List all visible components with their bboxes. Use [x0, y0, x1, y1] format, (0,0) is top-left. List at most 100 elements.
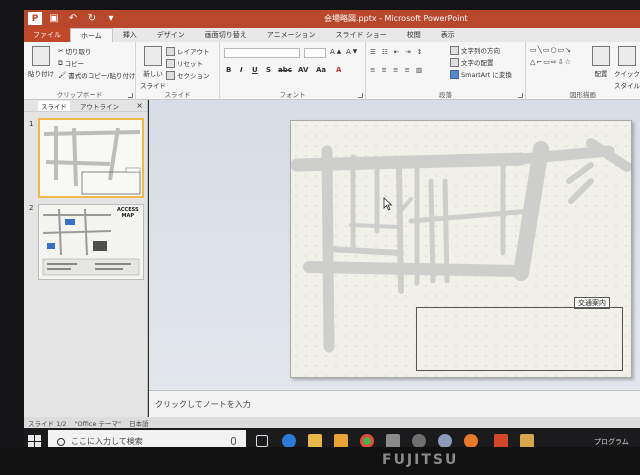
slides-group: 新しい スライド レイアウト リセット セクション スライド — [136, 42, 220, 100]
list-buttons[interactable]: ☰ ☷ ⇤ ⇥ ↕ — [370, 48, 424, 56]
info-text-box[interactable] — [416, 307, 623, 371]
tab-slideshow[interactable]: スライド ショー — [326, 28, 397, 42]
font-launcher-icon[interactable] — [358, 93, 363, 98]
task-view-icon[interactable] — [256, 435, 268, 447]
tab-home[interactable]: ホーム — [70, 28, 113, 42]
char-spacing-button[interactable]: AV — [298, 66, 308, 74]
layout-button[interactable]: レイアウト — [166, 46, 210, 56]
thumbnail-title: ACCESS MAP — [117, 207, 139, 219]
quick-styles-icon — [618, 46, 636, 66]
app-icon[interactable] — [438, 434, 452, 448]
paragraph-group: ☰ ☷ ⇤ ⇥ ↕ ≡ ≡ ≡ ≡ ▥ 文字列の方向 文字の配置 SmartAr… — [366, 42, 526, 100]
arrange-button[interactable]: 配置 — [592, 46, 610, 78]
language-status[interactable]: 日本語 — [129, 418, 149, 428]
brush-icon: 🖌 — [58, 71, 67, 79]
clipboard-launcher-icon[interactable] — [128, 93, 133, 98]
customize-qat-icon[interactable]: ▾ — [104, 12, 118, 25]
notes-placeholder: クリックしてノートを入力 — [155, 400, 251, 409]
font-group-label: フォント — [279, 91, 306, 99]
strikethrough-button[interactable]: abc — [278, 66, 292, 74]
scissors-icon: ✂ — [58, 47, 64, 55]
format-painter-button[interactable]: 🖌 書式のコピー/貼り付け — [58, 70, 135, 80]
paste-icon — [32, 46, 50, 66]
close-icon[interactable]: × — [136, 101, 143, 110]
paste-button[interactable]: 貼り付け — [28, 46, 54, 78]
slide-number: 1 — [29, 120, 34, 128]
tab-design[interactable]: デザイン — [147, 28, 195, 42]
copy-button[interactable]: ⧉ コピー — [58, 58, 84, 69]
slide-thumbnail-1[interactable] — [38, 118, 144, 198]
arrange-icon — [592, 46, 610, 66]
text-direction-icon — [450, 45, 459, 55]
smartart-icon — [450, 69, 459, 79]
chrome-icon[interactable] — [360, 434, 374, 448]
firefox-icon[interactable] — [464, 434, 478, 448]
font-color-button[interactable]: A — [336, 66, 341, 74]
slide-count-status: スライド 1/2 — [28, 419, 67, 428]
clipboard-group-label: クリップボード — [56, 91, 103, 99]
shapes-gallery-row2[interactable]: △⌐▭⇨⇩☆ — [530, 58, 572, 66]
font-shrink-button[interactable]: A ▼ — [346, 48, 357, 56]
change-case-button[interactable]: Aa — [316, 66, 326, 74]
powerpoint-icon[interactable] — [491, 434, 511, 453]
quick-styles-button[interactable]: クイック スタイル — [614, 46, 640, 90]
tray-label[interactable]: プログラム — [594, 437, 629, 447]
store-icon[interactable] — [334, 434, 348, 448]
font-name-select[interactable] — [224, 48, 300, 58]
app-icon[interactable] — [386, 434, 400, 448]
notes-pane[interactable]: クリックしてノートを入力 — [149, 390, 640, 417]
microphone-icon[interactable] — [231, 437, 236, 445]
slides-group-label: スライド — [164, 91, 191, 99]
ribbon-tabs: ファイル ホーム 挿入 デザイン 画面切り替え アニメーション スライド ショー… — [24, 28, 640, 42]
bold-button[interactable]: B — [226, 66, 231, 74]
undo-icon[interactable]: ↶ — [66, 12, 80, 25]
title-bar: P ▣ ↶ ↻ ▾ 会場略図.pptx - Microsoft PowerPoi… — [24, 10, 640, 28]
cut-button[interactable]: ✂ 切り取り — [58, 46, 91, 56]
shapes-gallery[interactable]: ▭╲▭○▭↘ — [530, 46, 572, 54]
align-buttons[interactable]: ≡ ≡ ≡ ≡ ▥ — [370, 66, 424, 74]
italic-button[interactable]: I — [240, 66, 243, 74]
font-grow-button[interactable]: A ▲ — [330, 48, 341, 56]
copy-icon: ⧉ — [58, 58, 63, 67]
slide-number: 2 — [29, 204, 34, 212]
explorer-icon[interactable] — [308, 434, 322, 448]
save-icon[interactable]: ▣ — [47, 12, 61, 25]
app-icon[interactable] — [412, 434, 426, 448]
new-slide-button[interactable]: 新しい スライド — [140, 46, 166, 90]
layout-icon — [166, 46, 175, 56]
slide-editing-area: 交通案内 — [149, 100, 640, 390]
brand-logo: FUJITSU — [382, 452, 459, 468]
tab-view[interactable]: 表示 — [431, 28, 465, 42]
screen: P ▣ ↶ ↻ ▾ 会場略図.pptx - Microsoft PowerPoi… — [24, 10, 640, 455]
theme-status: "Office テーマ" — [74, 419, 122, 428]
edge-icon[interactable] — [282, 434, 296, 448]
tab-transitions[interactable]: 画面切り替え — [195, 28, 257, 42]
monitor-bezel — [0, 447, 640, 475]
underline-button[interactable]: U — [252, 66, 258, 74]
tab-review[interactable]: 校閲 — [397, 28, 431, 42]
paragraph-group-label: 段落 — [439, 91, 452, 99]
slides-pane: スライド アウトライン × 1 2 ACCESS MAP — [24, 100, 148, 420]
tab-animations[interactable]: アニメーション — [257, 28, 326, 42]
tab-insert[interactable]: 挿入 — [113, 28, 147, 42]
align-text-button[interactable]: 文字の配置 — [450, 57, 494, 67]
shadow-button[interactable]: S — [266, 66, 271, 74]
section-button[interactable]: セクション — [166, 70, 210, 80]
paragraph-launcher-icon[interactable] — [518, 93, 523, 98]
mouse-cursor-icon — [383, 197, 393, 211]
pane-tab-slides[interactable]: スライド — [38, 100, 70, 111]
status-bar: スライド 1/2 "Office テーマ" 日本語 — [24, 417, 640, 428]
drawing-group-label: 図形描画 — [570, 91, 596, 99]
pane-tab-outline[interactable]: アウトライン — [80, 101, 119, 111]
tab-file[interactable]: ファイル — [24, 28, 70, 42]
font-size-select[interactable] — [304, 48, 326, 58]
redo-icon[interactable]: ↻ — [85, 12, 99, 25]
app-icon[interactable] — [520, 434, 534, 448]
slide-canvas[interactable]: 交通案内 — [290, 120, 632, 378]
text-direction-button[interactable]: 文字列の方向 — [450, 45, 500, 55]
smartart-button[interactable]: SmartArt に変換 — [450, 69, 512, 79]
powerpoint-logo-icon: P — [28, 12, 42, 25]
slide-thumbnail-2[interactable]: ACCESS MAP — [38, 204, 144, 280]
ribbon: 貼り付け ✂ 切り取り ⧉ コピー 🖌 書式のコピー/貼り付け クリップボード … — [24, 42, 640, 100]
reset-button[interactable]: リセット — [166, 58, 203, 68]
